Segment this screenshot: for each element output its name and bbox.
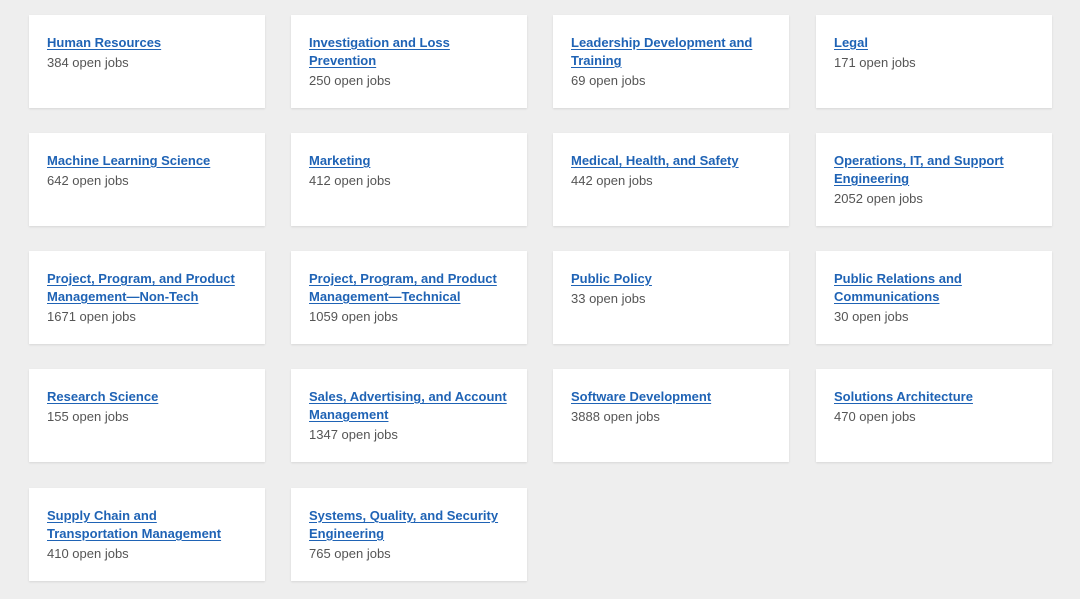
open-jobs-count: 155 open jobs [47, 409, 129, 424]
job-category-card: Marketing 412 open jobs [291, 133, 527, 226]
open-jobs-count: 250 open jobs [309, 73, 391, 88]
job-category-card: Project, Program, and Product Management… [291, 251, 527, 344]
job-category-link[interactable]: Project, Program, and Product Management… [47, 270, 247, 306]
job-category-link[interactable]: Medical, Health, and Safety [571, 152, 771, 170]
job-category-card: Medical, Health, and Safety 442 open job… [553, 133, 789, 226]
open-jobs-count: 30 open jobs [834, 309, 909, 324]
job-category-card: Systems, Quality, and Security Engineeri… [291, 488, 527, 581]
job-category-card: Human Resources 384 open jobs [29, 15, 265, 108]
open-jobs-count: 442 open jobs [571, 173, 653, 188]
job-category-card: Supply Chain and Transportation Manageme… [29, 488, 265, 581]
job-category-link[interactable]: Research Science [47, 388, 247, 406]
open-jobs-count: 69 open jobs [571, 73, 646, 88]
open-jobs-count: 1671 open jobs [47, 309, 136, 324]
job-category-card: Solutions Architecture 470 open jobs [816, 369, 1052, 462]
open-jobs-count: 384 open jobs [47, 55, 129, 70]
open-jobs-count: 2052 open jobs [834, 191, 923, 206]
job-category-link[interactable]: Legal [834, 34, 1034, 52]
open-jobs-count: 765 open jobs [309, 546, 391, 561]
job-category-link[interactable]: Human Resources [47, 34, 247, 52]
job-category-link[interactable]: Systems, Quality, and Security Engineeri… [309, 507, 509, 543]
open-jobs-count: 412 open jobs [309, 173, 391, 188]
job-category-grid: Human Resources 384 open jobs Investigat… [0, 0, 1080, 599]
job-category-card: Investigation and Loss Prevention 250 op… [291, 15, 527, 108]
job-category-card: Public Relations and Communications 30 o… [816, 251, 1052, 344]
job-category-card: Public Policy 33 open jobs [553, 251, 789, 344]
job-category-card: Research Science 155 open jobs [29, 369, 265, 462]
open-jobs-count: 33 open jobs [571, 291, 646, 306]
open-jobs-count: 410 open jobs [47, 546, 129, 561]
job-category-link[interactable]: Leadership Development and Training [571, 34, 771, 70]
open-jobs-count: 171 open jobs [834, 55, 916, 70]
job-category-link[interactable]: Solutions Architecture [834, 388, 1034, 406]
open-jobs-count: 1347 open jobs [309, 427, 398, 442]
job-category-card: Sales, Advertising, and Account Manageme… [291, 369, 527, 462]
job-category-card: Software Development 3888 open jobs [553, 369, 789, 462]
job-category-link[interactable]: Software Development [571, 388, 771, 406]
job-category-link[interactable]: Public Relations and Communications [834, 270, 1034, 306]
open-jobs-count: 470 open jobs [834, 409, 916, 424]
open-jobs-count: 1059 open jobs [309, 309, 398, 324]
job-category-card: Project, Program, and Product Management… [29, 251, 265, 344]
job-category-link[interactable]: Marketing [309, 152, 509, 170]
open-jobs-count: 3888 open jobs [571, 409, 660, 424]
job-category-link[interactable]: Public Policy [571, 270, 771, 288]
job-category-link[interactable]: Investigation and Loss Prevention [309, 34, 509, 70]
job-category-link[interactable]: Sales, Advertising, and Account Manageme… [309, 388, 509, 424]
job-category-link[interactable]: Supply Chain and Transportation Manageme… [47, 507, 247, 543]
job-category-link[interactable]: Operations, IT, and Support Engineering [834, 152, 1034, 188]
open-jobs-count: 642 open jobs [47, 173, 129, 188]
job-category-card: Legal 171 open jobs [816, 15, 1052, 108]
job-category-link[interactable]: Project, Program, and Product Management… [309, 270, 509, 306]
job-category-card: Machine Learning Science 642 open jobs [29, 133, 265, 226]
job-category-card: Leadership Development and Training 69 o… [553, 15, 789, 108]
job-category-link[interactable]: Machine Learning Science [47, 152, 247, 170]
job-category-card: Operations, IT, and Support Engineering … [816, 133, 1052, 226]
